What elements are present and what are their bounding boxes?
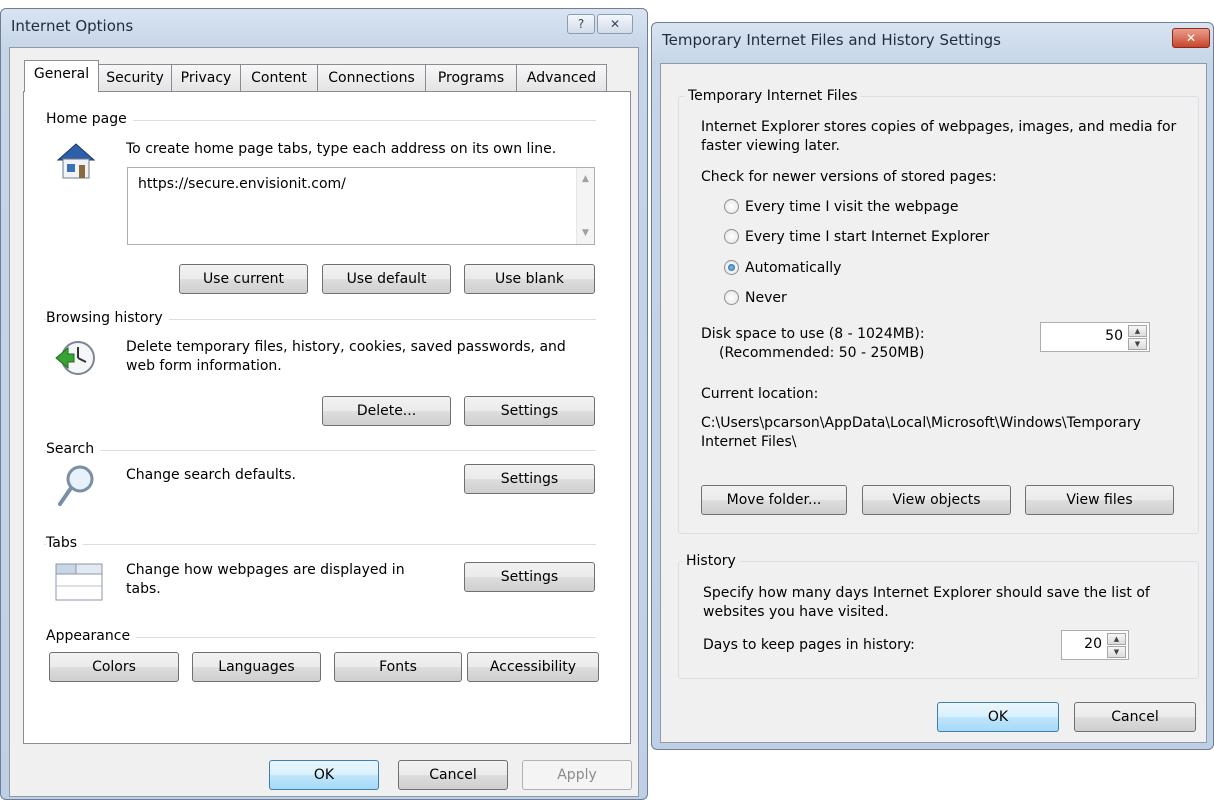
view-files-button[interactable]: View files — [1025, 485, 1174, 515]
history-group-label: History — [682, 553, 740, 569]
tab-security[interactable]: Security — [98, 64, 172, 92]
cancel-button[interactable]: Cancel — [398, 760, 508, 790]
radio-never[interactable]: Never — [724, 289, 787, 307]
days-to-keep-label: Days to keep pages in history: — [703, 637, 915, 653]
ok-button[interactable]: OK — [269, 760, 379, 790]
browsing-history-description: Delete temporary files, history, cookies… — [126, 339, 566, 374]
search-divider — [44, 450, 596, 451]
use-blank-button[interactable]: Use blank — [464, 264, 595, 294]
radio-label: Every time I start Internet Explorer — [745, 229, 990, 245]
radio-label: Every time I visit the webpage — [745, 199, 959, 215]
apply-button[interactable]: Apply — [522, 760, 632, 790]
radio-button[interactable] — [724, 290, 739, 305]
disk-space-label: Disk space to use (8 - 1024MB): — [701, 326, 925, 342]
tabs-divider — [44, 544, 596, 545]
tab-advanced[interactable]: Advanced — [516, 64, 607, 92]
home-page-scrollbar[interactable]: ▲ ▼ — [576, 168, 594, 244]
home-page-url-value: https://secure.envisionit.com/ — [138, 176, 346, 192]
tab-general[interactable]: General — [24, 60, 99, 92]
internet-options-window: Internet Options ? ✕ General Security Pr… — [0, 8, 648, 800]
spin-down-icon[interactable]: ▼ — [1107, 646, 1126, 658]
temporary-files-group — [678, 96, 1199, 534]
temporary-files-description: Internet Explorer stores copies of webpa… — [701, 119, 1177, 154]
tabs-window-icon — [54, 562, 104, 602]
move-folder-button[interactable]: Move folder... — [701, 485, 847, 515]
dialog-body: General Security Privacy Content Connect… — [9, 47, 639, 797]
delete-history-button[interactable]: Delete... — [322, 396, 451, 426]
disk-space-spinner[interactable]: 50 ▲ ▼ — [1040, 322, 1150, 352]
radio-button-selected[interactable] — [724, 260, 739, 275]
tab-connections[interactable]: Connections — [317, 64, 426, 92]
tab-content[interactable]: Content — [240, 64, 318, 92]
dialog-body: Temporary Internet Files Internet Explor… — [660, 63, 1207, 743]
history-settings-button[interactable]: Settings — [464, 396, 595, 426]
disk-space-recommended: (Recommended: 50 - 250MB) — [719, 345, 925, 361]
window-title: Internet Options — [11, 17, 134, 35]
radio-button[interactable] — [724, 199, 739, 214]
help-button[interactable]: ? — [567, 14, 595, 34]
search-section-label: Search — [46, 441, 101, 457]
tabs-settings-button[interactable]: Settings — [464, 562, 595, 592]
home-page-description: To create home page tabs, type each addr… — [126, 141, 557, 157]
magnifier-icon — [56, 464, 96, 508]
history-clock-icon — [54, 338, 98, 378]
temporary-files-group-label: Temporary Internet Files — [684, 88, 862, 104]
tab-programs[interactable]: Programs — [425, 64, 517, 92]
check-newer-label: Check for newer versions of stored pages… — [701, 169, 997, 185]
spin-up-icon[interactable]: ▲ — [1107, 633, 1126, 645]
languages-button[interactable]: Languages — [192, 652, 321, 682]
view-objects-button[interactable]: View objects — [862, 485, 1011, 515]
tabs-section-label: Tabs — [46, 535, 83, 551]
accessibility-button[interactable]: Accessibility — [467, 652, 599, 682]
close-button[interactable]: ✕ — [597, 14, 633, 34]
window-title: Temporary Internet Files and History Set… — [662, 31, 1001, 49]
temp-files-settings-window: Temporary Internet Files and History Set… — [651, 22, 1214, 750]
search-description: Change search defaults. — [126, 467, 297, 483]
radio-automatically[interactable]: Automatically — [724, 259, 841, 277]
scroll-up-icon[interactable]: ▲ — [582, 174, 589, 184]
spin-up-icon[interactable]: ▲ — [1128, 325, 1147, 337]
spin-down-icon[interactable]: ▼ — [1128, 338, 1147, 350]
appearance-section-label: Appearance — [46, 628, 137, 644]
title-bar: Internet Options ? ✕ — [1, 9, 647, 43]
spinner-arrows[interactable]: ▲ ▼ — [1128, 325, 1147, 350]
browsing-history-section-label: Browsing history — [46, 310, 169, 326]
tabs-description: Change how webpages are displayed in tab… — [126, 562, 405, 597]
days-to-keep-spinner[interactable]: 20 ▲ ▼ — [1061, 630, 1129, 660]
disk-space-value[interactable]: 50 — [1105, 328, 1123, 344]
search-settings-button[interactable]: Settings — [464, 464, 595, 494]
home-page-section-label: Home page — [46, 111, 133, 127]
home-page-url-input[interactable]: https://secure.envisionit.com/ ▲ ▼ — [127, 167, 595, 245]
title-bar: Temporary Internet Files and History Set… — [652, 23, 1213, 57]
use-current-button[interactable]: Use current — [179, 264, 308, 294]
current-location-label: Current location: — [701, 386, 819, 402]
fonts-button[interactable]: Fonts — [334, 652, 462, 682]
use-default-button[interactable]: Use default — [322, 264, 451, 294]
radio-every-visit[interactable]: Every time I visit the webpage — [724, 198, 959, 216]
scroll-down-icon[interactable]: ▼ — [582, 228, 589, 238]
home-house-icon — [54, 140, 98, 180]
radio-label: Never — [745, 290, 787, 306]
general-tab-page: Home page To create home page tabs, type… — [23, 91, 631, 744]
tab-privacy[interactable]: Privacy — [171, 64, 241, 92]
close-button[interactable]: ✕ — [1172, 28, 1210, 48]
history-description: Specify how many days Internet Explorer … — [703, 585, 1150, 620]
ok-button[interactable]: OK — [937, 702, 1059, 732]
colors-button[interactable]: Colors — [49, 652, 179, 682]
radio-button[interactable] — [724, 229, 739, 244]
current-location-path: C:\Users\pcarson\AppData\Local\Microsoft… — [701, 415, 1141, 450]
days-to-keep-value[interactable]: 20 — [1084, 636, 1102, 652]
spinner-arrows[interactable]: ▲ ▼ — [1107, 633, 1126, 658]
radio-label: Automatically — [745, 260, 842, 276]
cancel-button[interactable]: Cancel — [1074, 702, 1196, 732]
radio-every-start[interactable]: Every time I start Internet Explorer — [724, 228, 989, 246]
